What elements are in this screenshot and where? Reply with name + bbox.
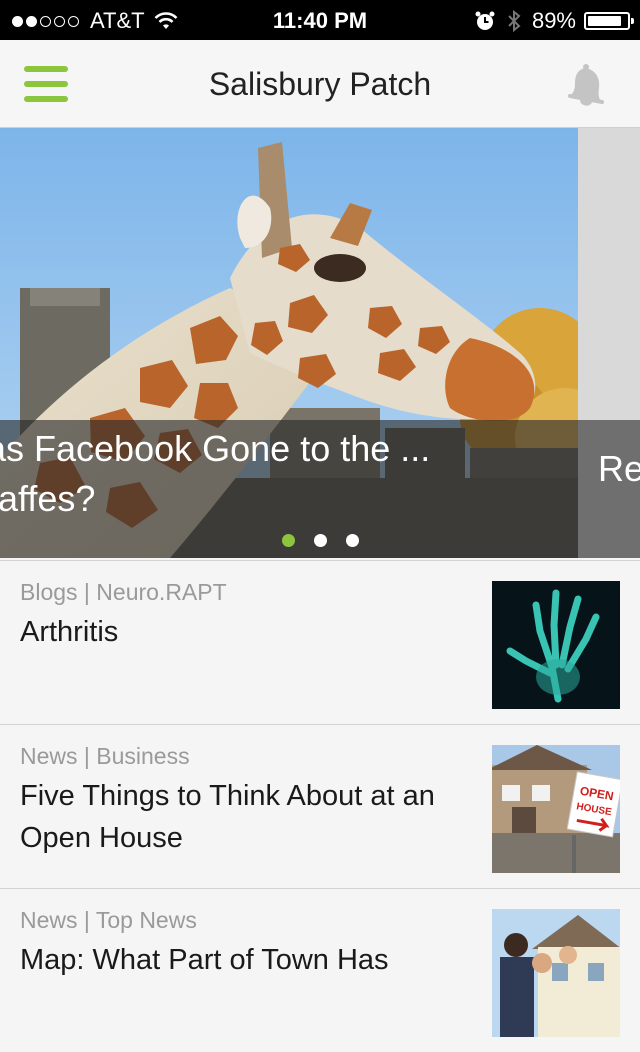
hero-carousel[interactable]: as Facebook Gone to the ... raffes? Re (0, 128, 640, 558)
hero-next-caption[interactable]: Re (578, 420, 640, 558)
hero-caption-line-2: raffes? (0, 478, 96, 519)
signal-strength-icon (12, 15, 82, 27)
article-thumbnail-family-home[interactable] (492, 909, 620, 1037)
status-left: AT&T (12, 8, 179, 34)
alarm-clock-icon (475, 11, 495, 30)
wifi-icon (154, 12, 178, 29)
page-dot-2[interactable] (314, 534, 327, 547)
article-thumbnail-hand-xray[interactable] (492, 581, 620, 709)
battery-percent: 89% (531, 8, 576, 33)
hero-next-caption-text: Re (598, 448, 640, 489)
article-meta: Blogs | Neuro.RAPT (20, 579, 227, 605)
page-title: Salisbury Patch (208, 66, 432, 102)
article-title[interactable]: Five Things to Think About at an Open Ho… (20, 775, 470, 859)
list-item[interactable]: Blogs | Neuro.RAPT Arthritis (0, 560, 640, 724)
bell-icon[interactable] (568, 62, 610, 108)
list-item[interactable]: News | Top News Map: What Part of Town H… (0, 888, 640, 1052)
page-dot-3[interactable] (346, 534, 359, 547)
battery-fill (588, 16, 622, 26)
carousel-page-indicator[interactable] (282, 534, 378, 547)
nav-bar: Salisbury Patch (0, 40, 640, 128)
hero-caption-line-1: as Facebook Gone to the ... (0, 428, 431, 469)
article-title[interactable]: Arthritis (20, 611, 470, 653)
article-title[interactable]: Map: What Part of Town Has (20, 939, 470, 981)
carrier-label: AT&T (90, 8, 145, 33)
status-right: 89% (474, 8, 634, 34)
status-bar: AT&T 11:40 PM 89% (0, 0, 640, 40)
article-meta: News | Top News (20, 907, 197, 933)
article-list: Blogs | Neuro.RAPT Arthritis News | Busi… (0, 560, 640, 1052)
page-dot-1[interactable] (282, 534, 295, 547)
bluetooth-icon (508, 9, 521, 33)
battery-icon (584, 12, 634, 30)
article-thumbnail-open-house[interactable]: OPEN HOUSE (492, 745, 620, 873)
list-item[interactable]: News | Business Five Things to Think Abo… (0, 724, 640, 888)
article-meta: News | Business (20, 743, 190, 769)
hamburger-menu-button[interactable] (24, 66, 68, 102)
